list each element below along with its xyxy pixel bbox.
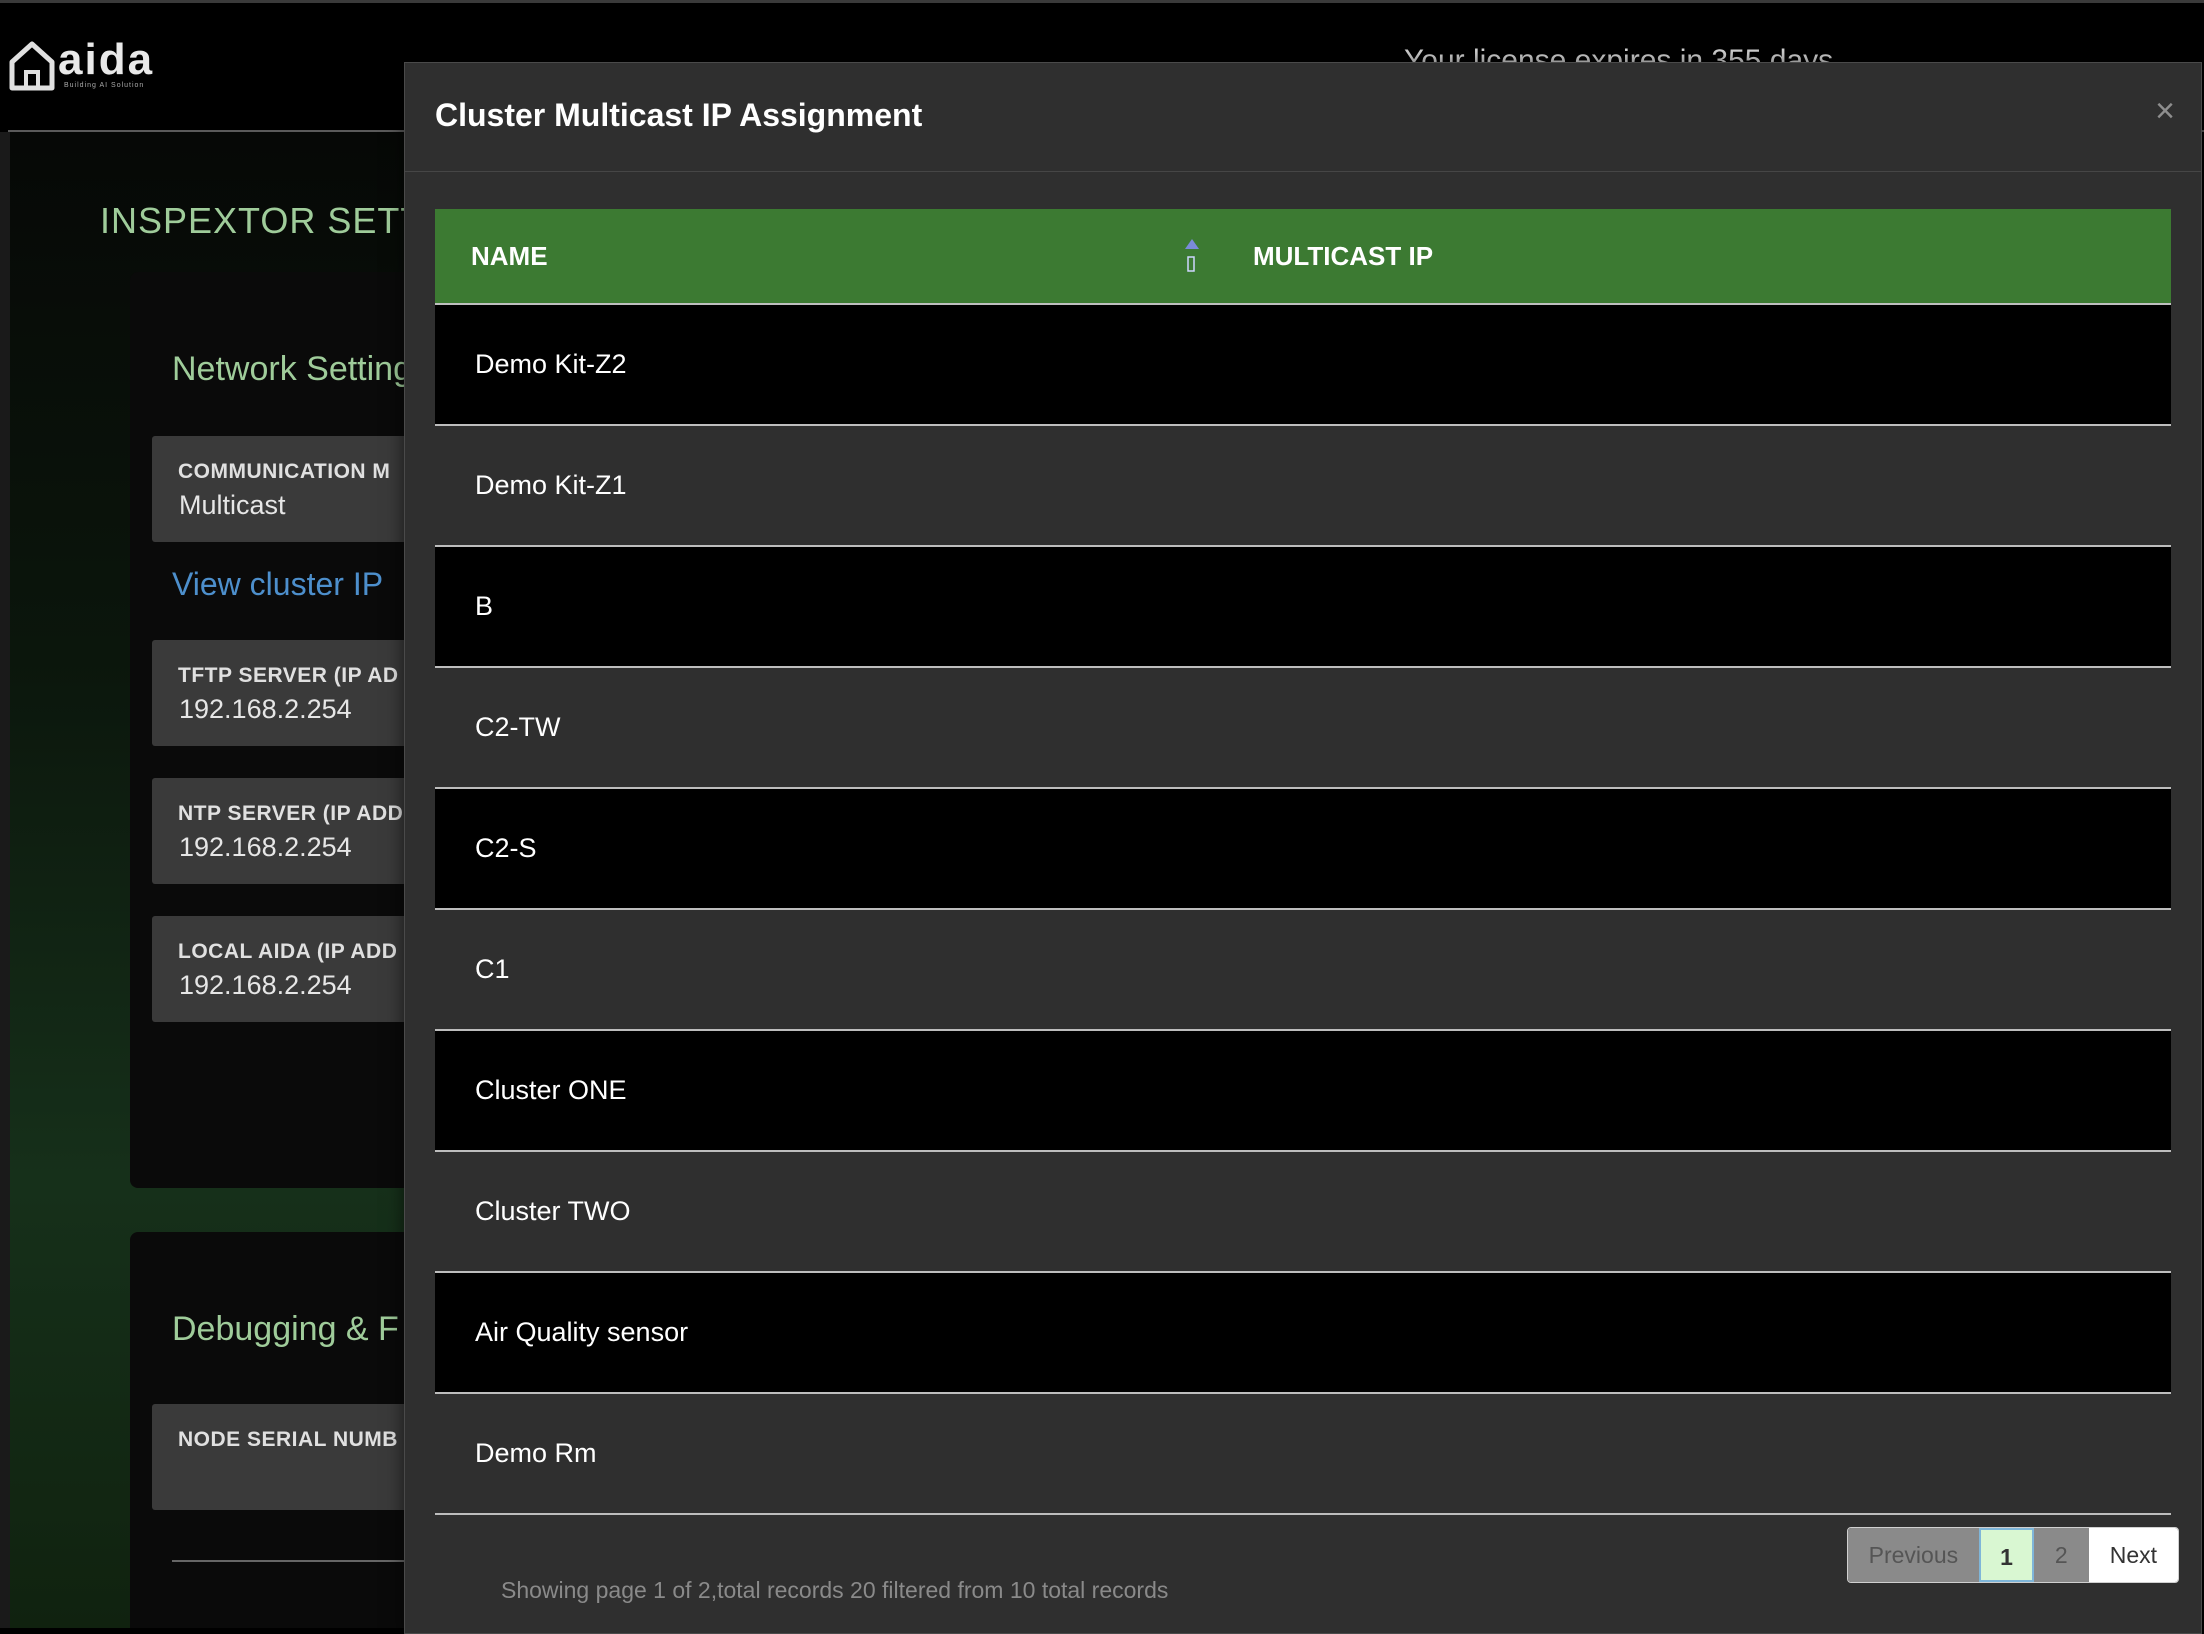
ntp-server-field[interactable]: NTP SERVER (IP ADD 192.168.2.254 xyxy=(152,778,412,884)
column-header-multicast-ip[interactable]: MULTICAST IP xyxy=(1253,209,1433,303)
aida-logo[interactable]: aida Building AI Solution xyxy=(8,38,154,94)
close-icon: × xyxy=(2155,92,2175,130)
debug-section-title: Debugging & F xyxy=(172,1310,399,1348)
modal-header: Cluster Multicast IP Assignment × xyxy=(405,63,2201,172)
table-row[interactable]: Demo Kit-Z2 xyxy=(435,305,2171,426)
field-value: 192.168.2.254 xyxy=(179,970,352,1000)
logo-text: aida xyxy=(58,35,155,84)
cell-name: Demo Rm xyxy=(475,1438,597,1468)
table-row[interactable]: C2-S xyxy=(435,789,2171,910)
field-label: TFTP SERVER (IP AD xyxy=(178,664,399,687)
cell-name: C2-S xyxy=(475,833,537,863)
field-value: 192.168.2.254 xyxy=(179,694,352,724)
next-page-button[interactable]: Next xyxy=(2088,1528,2178,1582)
column-header-name[interactable]: NAME xyxy=(471,209,548,303)
network-section-title: Network Setting xyxy=(172,350,412,388)
field-value: 192.168.2.254 xyxy=(179,832,352,862)
table-row[interactable]: Cluster TWO xyxy=(435,1152,2171,1273)
cell-name: C2-TW xyxy=(475,712,561,742)
node-serial-number-field[interactable]: NODE SERIAL NUMB xyxy=(152,1404,412,1510)
page-2-button[interactable]: 2 xyxy=(2033,1528,2089,1582)
table-row[interactable]: Air Quality sensor xyxy=(435,1273,2171,1394)
field-label: LOCAL AIDA (IP ADD xyxy=(178,940,398,963)
cell-name: Cluster ONE xyxy=(475,1075,627,1105)
table-row[interactable]: Demo Kit-Z1 xyxy=(435,426,2171,547)
sort-ascending-icon[interactable] xyxy=(1181,237,1203,277)
local-aida-field[interactable]: LOCAL AIDA (IP ADD 192.168.2.254 xyxy=(152,916,412,1022)
home-logo-icon xyxy=(9,41,55,91)
cell-name: Cluster TWO xyxy=(475,1196,631,1226)
table-header: NAME MULTICAST IP xyxy=(435,209,2171,305)
page-1-button[interactable]: 1 xyxy=(1979,1528,2034,1582)
field-label: NTP SERVER (IP ADD xyxy=(178,802,404,825)
tftp-server-field[interactable]: TFTP SERVER (IP AD 192.168.2.254 xyxy=(152,640,412,746)
cluster-table: NAME MULTICAST IP Demo Kit-Z2 Demo Kit-Z… xyxy=(435,209,2171,1515)
cell-name: Air Quality sensor xyxy=(475,1317,689,1347)
close-button[interactable]: × xyxy=(2145,91,2185,131)
cell-name: B xyxy=(475,591,494,621)
logo-subtitle: Building AI Solution xyxy=(64,82,145,89)
communication-mode-field[interactable]: COMMUNICATION M Multicast xyxy=(152,436,412,542)
table-row[interactable]: C1 xyxy=(435,910,2171,1031)
table-info-text: Showing page 1 of 2,total records 20 fil… xyxy=(501,1577,1169,1603)
cell-name: C1 xyxy=(475,954,510,984)
left-edge xyxy=(0,132,10,1628)
pagination: Previous 1 2 Next xyxy=(1846,1527,2179,1583)
field-value: Multicast xyxy=(179,490,286,520)
view-cluster-ip-link[interactable]: View cluster IP xyxy=(172,566,383,603)
table-row[interactable]: Demo Rm xyxy=(435,1394,2171,1515)
debug-divider xyxy=(172,1560,412,1562)
top-border xyxy=(0,0,2204,3)
table-row[interactable]: B xyxy=(435,547,2171,668)
cluster-multicast-modal: Cluster Multicast IP Assignment × NAME M… xyxy=(404,62,2202,1634)
field-label: COMMUNICATION M xyxy=(178,460,391,483)
cell-name: Demo Kit-Z2 xyxy=(475,349,627,379)
cell-name: Demo Kit-Z1 xyxy=(475,470,627,500)
table-row[interactable]: Cluster ONE xyxy=(435,1031,2171,1152)
table-row[interactable]: C2-TW xyxy=(435,668,2171,789)
modal-title: Cluster Multicast IP Assignment xyxy=(435,97,923,133)
field-label: NODE SERIAL NUMB xyxy=(178,1428,398,1451)
table-body: Demo Kit-Z2 Demo Kit-Z1 B C2-TW C2-S C1 … xyxy=(435,305,2171,1515)
previous-page-button[interactable]: Previous xyxy=(1847,1528,1980,1582)
page-title: INSPEXTOR SETT xyxy=(100,200,424,241)
